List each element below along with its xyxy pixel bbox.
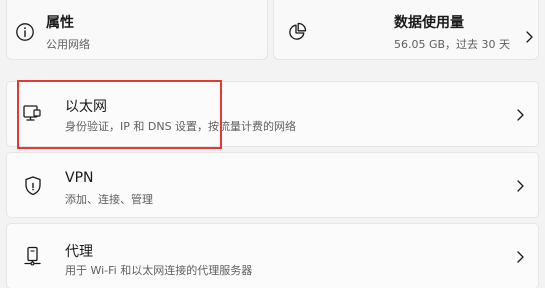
vpn-title: VPN	[65, 170, 94, 186]
data-usage-title: 数据使用量	[394, 15, 464, 31]
ethernet-subtitle: 身份验证，IP 和 DNS 设置，按流量计费的网络	[65, 120, 297, 133]
ethernet-icon	[23, 105, 41, 121]
chevron-right-icon	[517, 251, 524, 263]
ethernet-row[interactable]: 以太网 身份验证，IP 和 DNS 设置，按流量计费的网络	[6, 81, 539, 147]
data-usage-card[interactable]: 数据使用量 56.05 GB，过去 30 天	[273, 0, 539, 60]
proxy-title: 代理	[65, 244, 93, 260]
pie-chart-icon	[289, 22, 307, 40]
network-settings-page: 属性 公用网络 数据使用量 56.05 GB，过去 30 天 以太网 身份验证，…	[0, 0, 545, 288]
properties-subtitle: 公用网络	[46, 38, 90, 51]
vpn-row[interactable]: VPN 添加、连接、管理	[6, 152, 539, 218]
properties-card[interactable]: 属性 公用网络	[6, 0, 268, 60]
ethernet-title: 以太网	[65, 99, 107, 115]
proxy-server-icon	[24, 246, 41, 266]
data-usage-subtitle: 56.05 GB，过去 30 天	[394, 38, 511, 51]
chevron-right-icon	[526, 31, 533, 43]
proxy-row[interactable]: 代理 用于 Wi-Fi 和以太网连接的代理服务器	[6, 223, 539, 288]
shield-icon	[25, 176, 41, 196]
info-icon	[16, 23, 34, 41]
proxy-subtitle: 用于 Wi-Fi 和以太网连接的代理服务器	[65, 264, 253, 277]
chevron-right-icon	[517, 180, 524, 192]
properties-title: 属性	[46, 15, 74, 31]
vpn-subtitle: 添加、连接、管理	[65, 193, 153, 206]
chevron-right-icon	[517, 109, 524, 121]
